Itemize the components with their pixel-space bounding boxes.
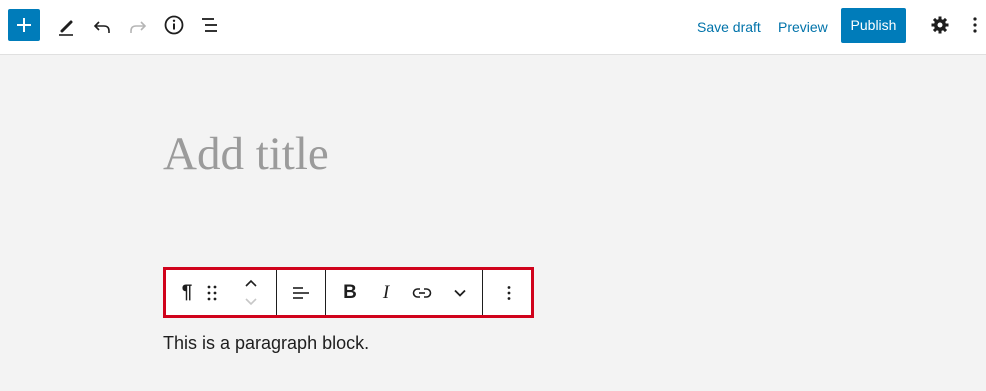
more-vertical-icon [972,16,978,34]
formatting-group: B I [326,270,483,315]
italic-icon: I [382,281,390,303]
editor-header: Save draft Preview Publish [0,0,986,55]
redo-icon [128,17,148,37]
options-button[interactable] [964,12,986,38]
save-draft-button[interactable]: Save draft [697,17,761,37]
details-button[interactable] [160,11,188,39]
bold-button[interactable]: B [333,270,367,315]
italic-button[interactable]: I [369,270,403,315]
more-vertical-icon [506,285,512,301]
paragraph-icon: ¶ [181,281,193,303]
tools-button[interactable] [52,13,80,41]
drag-handle[interactable] [200,270,224,315]
pencil-icon [56,17,76,37]
block-toolbar: ¶ B I [163,267,534,318]
move-up-icon [244,278,258,288]
redo-button[interactable] [124,13,152,41]
more-formatting-button[interactable] [443,270,477,315]
publish-button[interactable]: Publish [841,8,906,43]
block-type-button[interactable]: ¶ [170,270,204,315]
move-down-button[interactable] [236,292,266,312]
plus-icon [14,15,34,35]
info-icon [163,14,185,36]
drag-handle-icon [207,285,217,301]
link-button[interactable] [405,270,439,315]
undo-button[interactable] [88,13,116,41]
paragraph-block[interactable]: This is a paragraph block. [163,330,369,356]
block-options-button[interactable] [492,270,526,315]
add-block-button[interactable] [8,9,40,41]
move-up-button[interactable] [236,272,266,294]
alignment-group [277,270,326,315]
align-button[interactable] [284,270,318,315]
list-view-icon [199,14,221,36]
undo-icon [92,17,112,37]
preview-button[interactable]: Preview [778,17,828,37]
move-down-icon [244,297,258,307]
gear-icon [930,15,950,35]
editor-canvas: Add title ¶ B I This is a paragraph bloc… [0,56,986,391]
settings-button[interactable] [927,12,953,38]
align-icon [291,285,311,301]
post-title-field[interactable]: Add title [163,124,329,184]
bold-icon: B [343,281,357,303]
chevron-down-icon [453,288,467,298]
link-icon [412,286,432,300]
block-switcher-group: ¶ [166,270,277,315]
list-view-button[interactable] [196,11,224,39]
